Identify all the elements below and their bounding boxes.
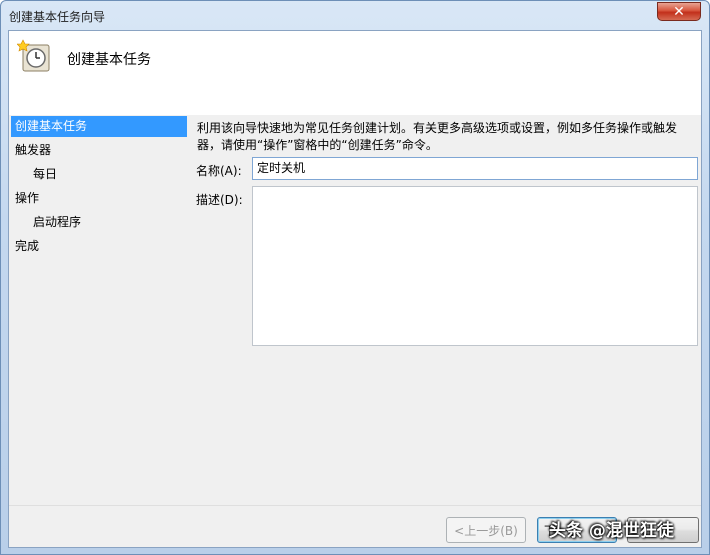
window-title: 创建基本任务向导 — [9, 10, 106, 24]
nav-step-label: 启动程序 — [33, 215, 82, 229]
next-button-label: 下一步 — [544, 523, 581, 538]
nav-step-create-task[interactable]: 创建基本任务 — [11, 116, 187, 137]
nav-step-label: 触发器 — [15, 143, 52, 157]
nav-step-label: 完成 — [15, 239, 40, 253]
nav-step-trigger[interactable]: 触发器 — [11, 140, 187, 161]
nav-step-label: 每日 — [33, 167, 58, 181]
clock-task-icon — [17, 39, 50, 72]
wizard-header: 创建基本任务 — [9, 31, 701, 115]
back-button-label: <上一步(B) — [454, 523, 518, 538]
name-label: 名称(A): — [196, 164, 242, 178]
description-label: 描述(D): — [196, 193, 243, 207]
wizard-steps: 创建基本任务 触发器 每日 操作 启动程序 完成 — [9, 115, 189, 415]
cancel-button[interactable] — [627, 517, 699, 543]
name-input[interactable]: 定时关机 — [252, 157, 698, 180]
nav-step-finish[interactable]: 完成 — [11, 236, 187, 257]
wizard-client: 创建基本任务 创建基本任务 触发器 每日 操作 启动程序 完成 利用该向导快速地… — [8, 30, 702, 548]
nav-step-action[interactable]: 操作 — [11, 188, 187, 209]
close-icon: ✕ — [673, 3, 685, 20]
wizard-description: 利用该向导快速地为常见任务创建计划。有关更多高级选项或设置，例如多任务操作或触发… — [197, 121, 678, 152]
wizard-window: 创建基本任务向导 ✕ 创建基本任务 创建基本任务 触发器 每日 操作 启动程序 … — [0, 0, 710, 555]
footer-divider — [9, 505, 701, 506]
description-textarea[interactable] — [252, 186, 698, 346]
next-button[interactable]: 下一步 — [537, 517, 617, 543]
nav-step-label: 创建基本任务 — [15, 119, 88, 133]
page-title: 创建基本任务 — [67, 52, 151, 68]
nav-step-start-program[interactable]: 启动程序 — [11, 212, 187, 233]
nav-step-label: 操作 — [15, 191, 40, 205]
close-button[interactable]: ✕ — [657, 2, 701, 21]
nav-step-daily[interactable]: 每日 — [11, 164, 187, 185]
back-button[interactable]: <上一步(B) — [446, 517, 526, 543]
title-bar[interactable]: 创建基本任务向导 ✕ — [1, 1, 709, 29]
